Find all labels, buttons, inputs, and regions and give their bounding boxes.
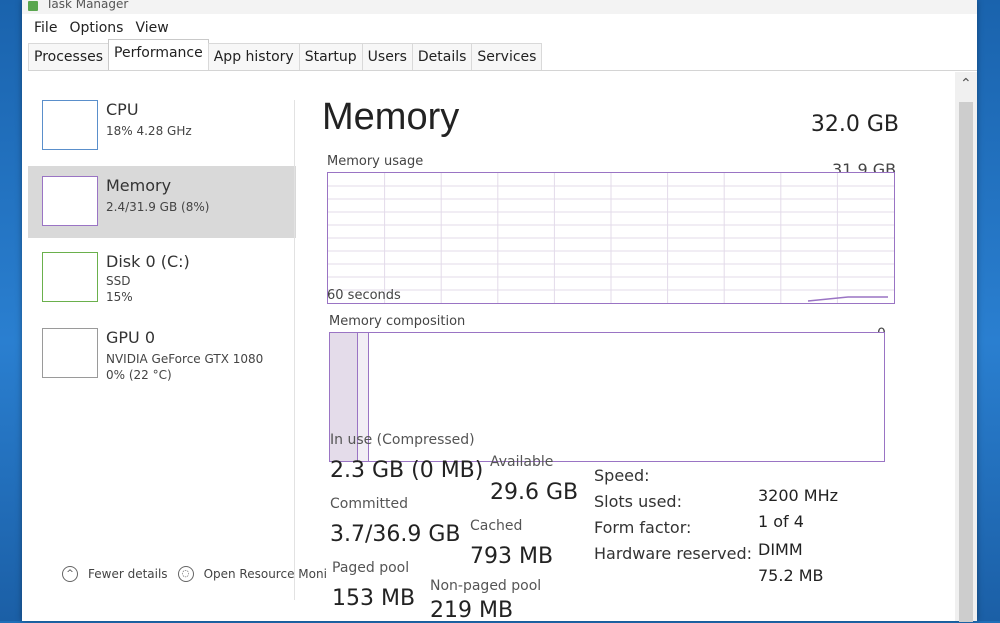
page-title: Memory — [322, 96, 460, 138]
in-use-label: In use (Compressed) — [330, 432, 475, 448]
fewer-details-link[interactable]: Fewer details — [88, 567, 168, 581]
memory-usage-label: Memory usage — [327, 154, 424, 169]
sidebar-item-subtitle: NVIDIA GeForce GTX 1080 — [106, 352, 264, 366]
slots-used-label: Slots used: — [594, 492, 682, 511]
open-resource-monitor-link[interactable]: Open Resource Moni — [204, 567, 327, 581]
sidebar-item-usage: 15% — [106, 290, 133, 304]
memory-usage-grid — [328, 173, 894, 303]
cached-label: Cached — [470, 518, 523, 534]
menu-view[interactable]: View — [131, 18, 172, 40]
tab-processes[interactable]: Processes — [28, 43, 110, 70]
task-manager-icon — [28, 1, 38, 11]
available-value: 29.6 GB — [490, 480, 579, 505]
available-label: Available — [490, 454, 554, 470]
memory-composition-label: Memory composition — [329, 314, 466, 329]
window-title: Task Manager — [46, 0, 129, 11]
usage-line — [807, 296, 888, 302]
footer: ^ Fewer details ◌ Open Resource Moni — [62, 566, 327, 582]
panel-divider — [294, 100, 295, 600]
tab-app-history[interactable]: App history — [207, 43, 300, 70]
sidebar-item-disk[interactable]: Disk 0 (C:) SSD 15% — [28, 242, 296, 314]
paged-pool-value: 153 MB — [332, 586, 416, 611]
total-memory: 32.0 GB — [810, 112, 899, 137]
non-paged-pool-value: 219 MB — [430, 598, 514, 623]
sidebar-item-subtitle: SSD — [106, 274, 131, 288]
sidebar-item-title: GPU 0 — [106, 328, 156, 347]
form-factor-value: DIMM — [758, 540, 803, 559]
sidebar-item-title: CPU — [106, 100, 139, 119]
menu-file[interactable]: File — [30, 18, 61, 40]
sidebar-item-memory[interactable]: Memory 2.4/31.9 GB (8%) — [28, 166, 296, 238]
hardware-reserved-label: Hardware reserved: — [594, 544, 753, 563]
tab-strip: Processes Performance App history Startu… — [28, 39, 543, 70]
committed-label: Committed — [330, 496, 408, 512]
sidebar-item-cpu[interactable]: CPU 18% 4.28 GHz — [28, 90, 296, 162]
menu-bar: File Options View — [22, 18, 173, 40]
sidebar-item-gpu[interactable]: GPU 0 NVIDIA GeForce GTX 1080 0% (22 °C) — [28, 318, 296, 390]
memory-usage-graph — [327, 172, 895, 304]
scroll-up-icon[interactable]: ⌃ — [960, 76, 972, 92]
sidebar-item-subtitle: 2.4/31.9 GB (8%) — [106, 200, 210, 214]
sidebar-item-title: Disk 0 (C:) — [106, 252, 190, 271]
menu-options[interactable]: Options — [65, 18, 127, 40]
tab-services[interactable]: Services — [471, 43, 543, 70]
vertical-scrollbar[interactable]: ⌃ — [955, 72, 977, 622]
tab-users[interactable]: Users — [361, 43, 413, 70]
speed-value: 3200 MHz — [758, 486, 839, 505]
tab-divider — [28, 70, 977, 71]
disk-mini-graph — [42, 252, 98, 302]
chevron-up-icon[interactable]: ^ — [62, 566, 78, 582]
time-span-label: 60 seconds — [327, 288, 401, 303]
title-bar: Task Manager — [22, 0, 977, 14]
memory-mini-graph — [42, 176, 98, 226]
sidebar-item-title: Memory — [106, 176, 172, 195]
tab-performance[interactable]: Performance — [108, 39, 209, 70]
hardware-reserved-value: 75.2 MB — [758, 566, 824, 585]
in-use-value: 2.3 GB (0 MB) — [330, 458, 484, 483]
slots-used-value: 1 of 4 — [758, 512, 804, 531]
performance-sidebar: CPU 18% 4.28 GHz Memory 2.4/31.9 GB (8%)… — [28, 90, 296, 560]
cpu-mini-graph — [42, 100, 98, 150]
speed-label: Speed: — [594, 466, 650, 485]
cached-value: 793 MB — [470, 544, 554, 569]
task-manager-window: Task Manager File Options View Processes… — [22, 0, 977, 623]
non-paged-pool-label: Non-paged pool — [430, 578, 542, 594]
scrollbar-thumb[interactable] — [959, 102, 973, 622]
gpu-mini-graph — [42, 328, 98, 378]
sidebar-item-usage: 0% (22 °C) — [106, 368, 172, 382]
sidebar-item-subtitle: 18% 4.28 GHz — [106, 124, 192, 138]
committed-value: 3.7/36.9 GB — [330, 522, 461, 547]
resource-monitor-icon: ◌ — [177, 566, 194, 582]
form-factor-label: Form factor: — [594, 518, 692, 537]
paged-pool-label: Paged pool — [332, 560, 410, 576]
tab-details[interactable]: Details — [411, 43, 473, 70]
tab-startup[interactable]: Startup — [298, 43, 363, 70]
